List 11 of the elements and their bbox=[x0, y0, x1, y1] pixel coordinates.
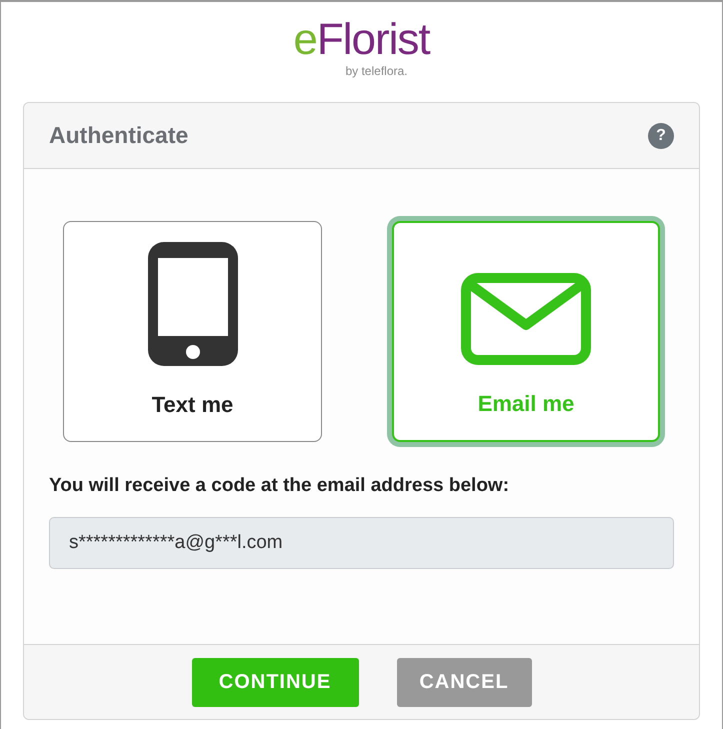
phone-icon bbox=[148, 242, 238, 366]
dialog-title: Authenticate bbox=[49, 121, 188, 150]
logo-tagline: by teleflora. bbox=[345, 64, 408, 78]
help-button[interactable]: ? bbox=[648, 122, 674, 148]
logo-text: eFlorist bbox=[293, 16, 430, 64]
option-card[interactable]: Text me bbox=[63, 221, 322, 442]
email-field[interactable]: s*************a@g***l.com bbox=[49, 516, 674, 568]
cancel-button[interactable]: CANCEL bbox=[396, 658, 532, 706]
envelope-icon bbox=[461, 273, 591, 365]
continue-button[interactable]: CONTINUE bbox=[192, 658, 358, 706]
prompt-text: You will receive a code at the email address below: bbox=[49, 474, 510, 498]
